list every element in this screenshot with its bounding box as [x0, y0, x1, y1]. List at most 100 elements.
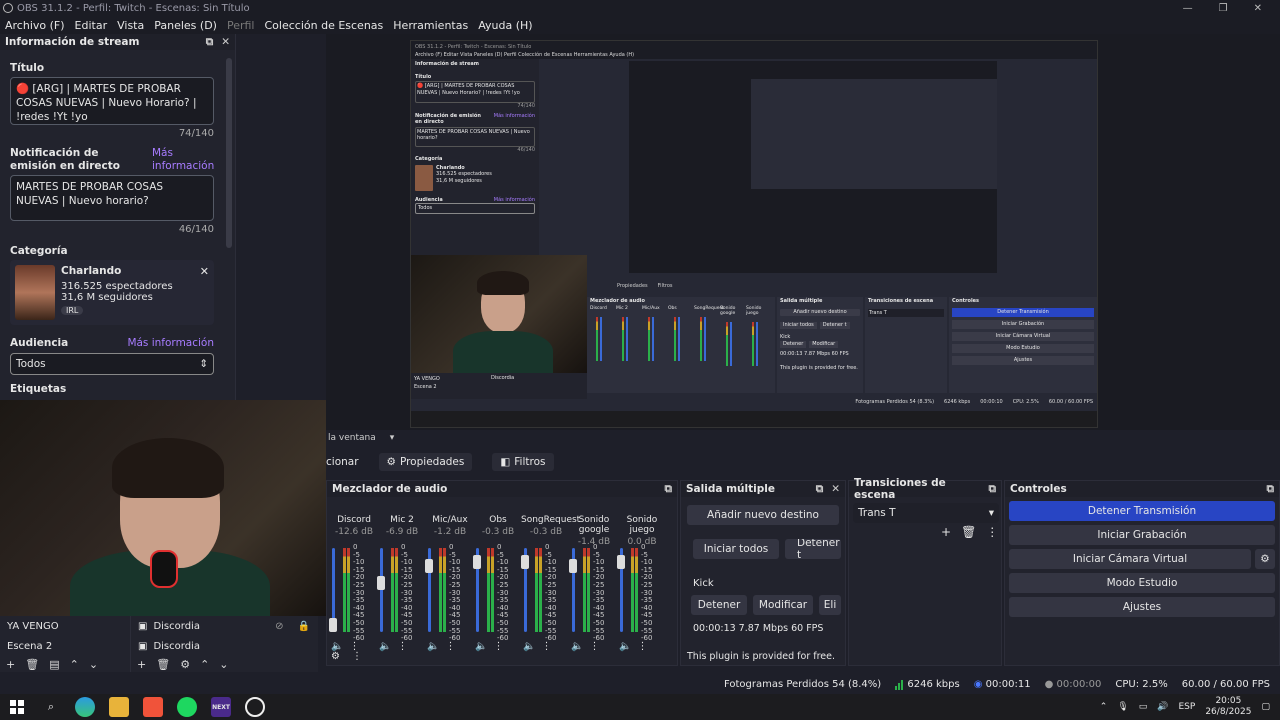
add-icon[interactable]: + [6, 658, 15, 671]
virtual-camera-settings-icon[interactable]: ⚙ [1255, 549, 1275, 569]
float-icon[interactable]: ⧉ [816, 483, 824, 496]
mute-icon[interactable]: 🔈 [571, 641, 583, 652]
fader-handle[interactable] [521, 555, 529, 569]
trash-icon[interactable]: 🗑 [25, 658, 39, 671]
trash-icon[interactable]: 🗑 [961, 525, 976, 539]
fader-handle[interactable] [425, 558, 433, 573]
filter-icon[interactable]: ▤ [49, 658, 59, 671]
float-icon[interactable]: ⧉ [206, 36, 214, 49]
network-icon[interactable]: ▭ [1139, 702, 1148, 712]
source-item[interactable]: ▣ Discordia ⊘ 🔒 [131, 616, 318, 636]
menu-perfil[interactable]: Perfil [222, 19, 260, 32]
mixer-settings-icon[interactable]: ⚙ [331, 651, 340, 662]
scene-item[interactable]: YA VENGO [0, 616, 130, 636]
brave-icon[interactable] [143, 697, 163, 717]
mute-icon[interactable]: 🔈 [523, 641, 535, 652]
mute-icon[interactable]: 🔈 [427, 641, 439, 652]
search-icon[interactable]: ⌕ [41, 697, 61, 717]
gear-icon[interactable]: ⚙ [180, 658, 190, 671]
close-icon[interactable]: ✕ [831, 483, 840, 496]
channel-menu-icon[interactable]: ⋮ [445, 641, 455, 652]
notifications-icon[interactable]: ▢ [1261, 702, 1270, 712]
start-all-button[interactable]: Iniciar todos [693, 539, 779, 559]
language-indicator[interactable]: ESP [1179, 702, 1196, 712]
visibility-icon[interactable]: ⊘ [275, 621, 283, 632]
source-item[interactable]: ▣ Discordia [131, 636, 318, 656]
chevron-down-icon[interactable]: ⌄ [219, 658, 228, 671]
dropdown-arrow-icon[interactable]: ▾ [390, 433, 395, 443]
mute-icon[interactable]: 🔈 [379, 641, 391, 652]
mute-icon[interactable]: 🔈 [619, 641, 631, 652]
menu-herramientas[interactable]: Herramientas [388, 19, 473, 32]
lock-icon[interactable]: 🔒 [290, 621, 318, 632]
audience-select[interactable]: Todos ⇕ [10, 353, 214, 375]
fader-handle[interactable] [377, 576, 385, 590]
properties-button[interactable]: ⚙ Propiedades [378, 453, 473, 471]
db-scale: 0 -5 -10 -15 -20 -25 -30 -35 -40 -45 -50 -55 -60 [449, 543, 460, 643]
modify-target-button[interactable]: Modificar [753, 595, 813, 615]
fader-handle[interactable] [329, 618, 337, 632]
fader-handle[interactable] [617, 555, 625, 569]
audience-more-info-link[interactable]: Más información [127, 337, 214, 349]
close-icon[interactable]: ✕ [1254, 3, 1262, 14]
menu-icon[interactable]: ⋮ [986, 525, 998, 539]
minimize-icon[interactable]: — [1183, 3, 1193, 14]
chevron-up-icon[interactable]: ⌃ [200, 658, 209, 671]
chevron-down-icon[interactable]: ⌄ [89, 658, 98, 671]
stream-info-scrollbar[interactable] [226, 58, 232, 248]
explorer-icon[interactable] [109, 697, 129, 717]
clock[interactable]: 20:05 26/8/2025 [1205, 696, 1251, 718]
mute-icon[interactable]: 🔈 [475, 641, 487, 652]
channel-menu-icon[interactable]: ⋮ [493, 641, 503, 652]
obs-icon[interactable] [245, 697, 265, 717]
float-icon[interactable]: ⧉ [665, 483, 673, 496]
delete-target-button[interactable]: Eli [819, 595, 841, 615]
float-icon[interactable]: ⧉ [989, 483, 997, 496]
next-icon[interactable]: NEXT [211, 697, 231, 717]
notification-more-info-link[interactable]: Más información [152, 147, 214, 173]
trash-icon[interactable]: 🗑 [156, 658, 170, 671]
menu-vista[interactable]: Vista [112, 19, 149, 32]
menu-ayuda[interactable]: Ayuda (H) [473, 19, 537, 32]
filters-button[interactable]: ◧ Filtros [492, 453, 554, 471]
start-virtual-camera-button[interactable]: Iniciar Cámara Virtual [1009, 549, 1251, 569]
mic-icon[interactable]: 🎙 [1117, 702, 1128, 712]
menu-editar[interactable]: Editar [70, 19, 113, 32]
sources-dock: ▣ Discordia ⊘ 🔒 ▣ Discordia + 🗑 ⚙ ⌃ ⌄ [130, 616, 318, 672]
studio-mode-button[interactable]: Modo Estudio [1009, 573, 1275, 593]
volume-fader[interactable] [380, 548, 383, 632]
settings-button[interactable]: Ajustes [1009, 597, 1275, 617]
stop-target-button[interactable]: Detener [691, 595, 747, 615]
fader-handle[interactable] [569, 559, 577, 574]
menu-archivo[interactable]: Archivo (F) [0, 19, 70, 32]
float-icon[interactable]: ⧉ [1267, 483, 1275, 496]
chevron-up-icon[interactable]: ⌃ [70, 658, 79, 671]
spotify-icon[interactable] [177, 697, 197, 717]
windows-icon[interactable] [7, 697, 27, 717]
menu-coleccion[interactable]: Colección de Escenas [260, 19, 389, 32]
channel-menu-icon[interactable]: ⋮ [541, 641, 551, 652]
channel-menu-icon[interactable]: ⋮ [589, 641, 599, 652]
stop-streaming-button[interactable]: Detener Transmisión [1009, 501, 1275, 521]
maximize-icon[interactable]: ❐ [1219, 3, 1228, 14]
title-input[interactable]: 🔴 [ARG] | MARTES DE PROBAR COSAS NUEVAS … [10, 77, 214, 125]
channel-menu-icon[interactable]: ⋮ [397, 641, 407, 652]
mixer-menu-icon[interactable]: ⋮ [352, 651, 362, 662]
add-icon[interactable]: + [941, 525, 951, 539]
volume-icon[interactable]: 🔊 [1157, 702, 1168, 712]
fader-handle[interactable] [473, 555, 481, 569]
scene-item[interactable]: Escena 2 [0, 636, 130, 656]
stop-all-button[interactable]: Detener t [785, 539, 841, 559]
transition-select[interactable]: Trans T ▾ [853, 503, 999, 523]
add-destination-button[interactable]: Añadir nuevo destino [687, 505, 839, 525]
start-recording-button[interactable]: Iniciar Grabación [1009, 525, 1275, 545]
close-icon[interactable]: ✕ [221, 36, 230, 49]
remove-category-icon[interactable]: ✕ [200, 265, 209, 278]
menu-paneles[interactable]: Paneles (D) [149, 19, 222, 32]
edge-icon[interactable] [75, 697, 95, 717]
notification-input[interactable]: MARTES DE PROBAR COSAS NUEVAS | Nuevo ho… [10, 175, 214, 221]
category-card[interactable]: Charlando ✕ 316.525 espectadores 31,6 M s… [10, 260, 214, 325]
channel-menu-icon[interactable]: ⋮ [637, 641, 647, 652]
add-icon[interactable]: + [137, 658, 146, 671]
chevron-up-icon[interactable]: ⌃ [1100, 702, 1108, 712]
